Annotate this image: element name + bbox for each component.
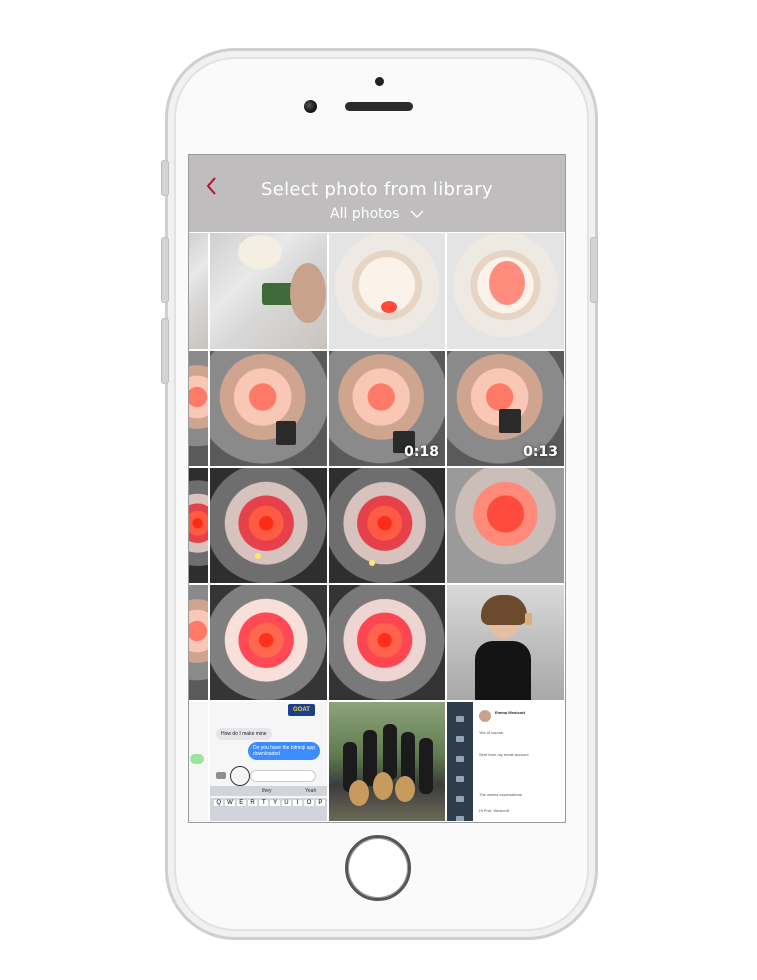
key: T — [259, 800, 269, 806]
key: O — [304, 800, 314, 806]
photo-thumbnail[interactable] — [189, 232, 209, 350]
proximity-sensor — [375, 77, 384, 86]
inbox-line: Yes of course. — [479, 730, 505, 735]
video-thumbnail[interactable]: 0:13 — [446, 350, 565, 467]
screenshot-thumbnail[interactable]: Emma Westcott Yes of course. Sent from m… — [446, 701, 565, 822]
home-button[interactable] — [345, 835, 411, 901]
photo-thumbnail[interactable] — [189, 584, 209, 701]
key: P — [315, 800, 325, 806]
photo-thumbnail[interactable] — [209, 350, 328, 467]
photo-thumbnail[interactable] — [446, 232, 565, 350]
photo-thumbnail[interactable] — [446, 584, 565, 701]
inbox-sender: Emma Westcott — [495, 710, 525, 715]
photo-thumbnail[interactable] — [446, 467, 565, 584]
earpiece-speaker — [345, 102, 413, 111]
photo-thumbnail[interactable] — [209, 467, 328, 584]
quick-replies: they Yeah — [210, 786, 327, 796]
power-button — [590, 237, 598, 303]
screen: Select photo from library All photos 0:1… — [188, 154, 566, 823]
quick-reply: they — [262, 788, 272, 794]
key: Y — [270, 800, 280, 806]
chat-received: How do I make mine — [216, 728, 272, 740]
video-duration: 0:13 — [523, 444, 558, 460]
screenshot-thumbnail[interactable]: GOAT How do I make mine Do you have the … — [209, 701, 328, 822]
photo-thumbnail[interactable] — [328, 232, 446, 350]
video-duration: 0:18 — [404, 444, 439, 460]
lms-sidebar — [447, 702, 473, 821]
chevron-down-icon — [410, 210, 424, 218]
volume-up-button — [161, 237, 169, 303]
photo-thumbnail[interactable] — [209, 232, 328, 350]
album-label: All photos — [330, 206, 400, 222]
page-title: Select photo from library — [261, 179, 493, 200]
front-camera — [304, 100, 317, 113]
photo-thumbnail[interactable] — [328, 584, 446, 701]
inbox-line: The weeks expectations — [479, 792, 522, 797]
key: W — [225, 800, 235, 806]
video-thumbnail[interactable]: 0:18 — [328, 350, 446, 467]
key: Q — [214, 800, 224, 806]
camera-icon — [216, 772, 226, 779]
keyboard-row: Q W E R T Y U I O P — [210, 798, 327, 821]
screenshot-thumbnail[interactable] — [189, 701, 209, 822]
photo-thumbnail[interactable] — [209, 584, 328, 701]
photo-thumbnail[interactable] — [189, 350, 209, 467]
key: R — [247, 800, 258, 806]
header-bar: Select photo from library All photos — [189, 155, 565, 232]
chat-banner: GOAT — [288, 704, 315, 716]
volume-down-button — [161, 318, 169, 384]
app-store-icon — [230, 766, 250, 786]
photo-thumbnail[interactable] — [328, 701, 446, 822]
key: I — [293, 800, 303, 806]
photo-thumbnail[interactable] — [189, 467, 209, 584]
inbox-line: Hi Prof. Westcott — [479, 808, 509, 813]
key: E — [236, 800, 246, 806]
photo-thumbnail[interactable] — [328, 467, 446, 584]
album-selector[interactable]: All photos — [189, 206, 565, 222]
inbox-line: Sent from my email account — [479, 752, 529, 757]
mute-switch — [161, 160, 169, 196]
photo-grid: 0:18 0:13 GOAT How do I make mine Do you… — [189, 232, 565, 822]
key: U — [281, 800, 292, 806]
chat-sent: Do you have the bitmoji app downloaded — [248, 742, 320, 760]
quick-reply: Yeah — [305, 788, 317, 794]
